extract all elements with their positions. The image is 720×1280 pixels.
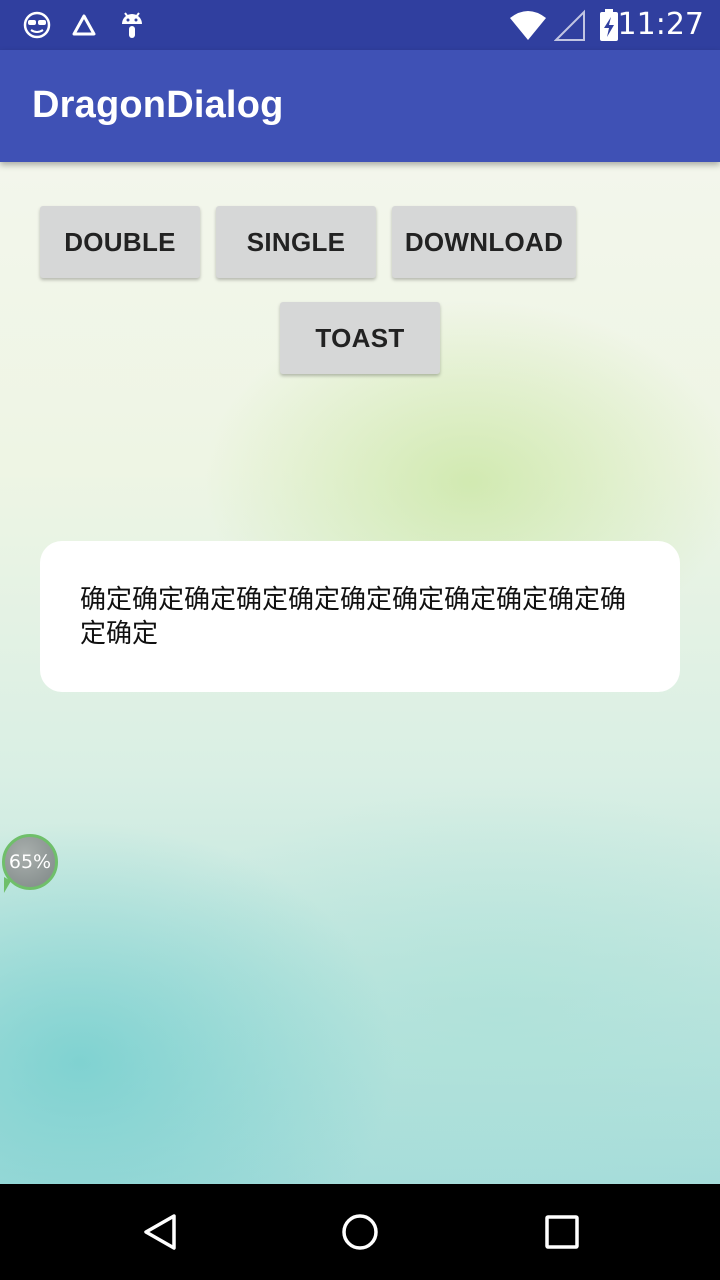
progress-floating-badge[interactable]: 65% <box>2 834 58 890</box>
dialog-message: 确定确定确定确定确定确定确定确定确定确定确定确定 <box>80 585 627 649</box>
double-button[interactable]: DOUBLE <box>40 206 200 278</box>
home-icon[interactable] <box>340 1212 380 1252</box>
app-title: DragonDialog <box>32 84 284 126</box>
toast-dialog: 确定确定确定确定确定确定确定确定确定确定确定确定 <box>40 541 680 692</box>
clock-time: 11:27 <box>617 7 704 42</box>
badge-label: 65% <box>8 851 52 873</box>
wifi-icon <box>508 8 548 42</box>
recents-icon[interactable] <box>542 1212 582 1252</box>
main-content: DOUBLE SINGLE DOWNLOAD TOAST 确定确定确定确定确定确… <box>0 162 720 1184</box>
status-bar: 11:27 <box>0 0 720 50</box>
android-debug-icon <box>115 8 149 42</box>
app-bar: DragonDialog <box>0 50 720 162</box>
sunglasses-face-icon <box>20 8 54 42</box>
single-button[interactable]: SINGLE <box>216 206 376 278</box>
toast-button[interactable]: TOAST <box>280 302 440 374</box>
navigation-bar <box>0 1184 720 1280</box>
back-icon[interactable] <box>140 1212 180 1252</box>
download-button[interactable]: DOWNLOAD <box>392 206 576 278</box>
triangle-warning-icon <box>67 8 101 42</box>
cell-signal-icon <box>553 8 586 42</box>
